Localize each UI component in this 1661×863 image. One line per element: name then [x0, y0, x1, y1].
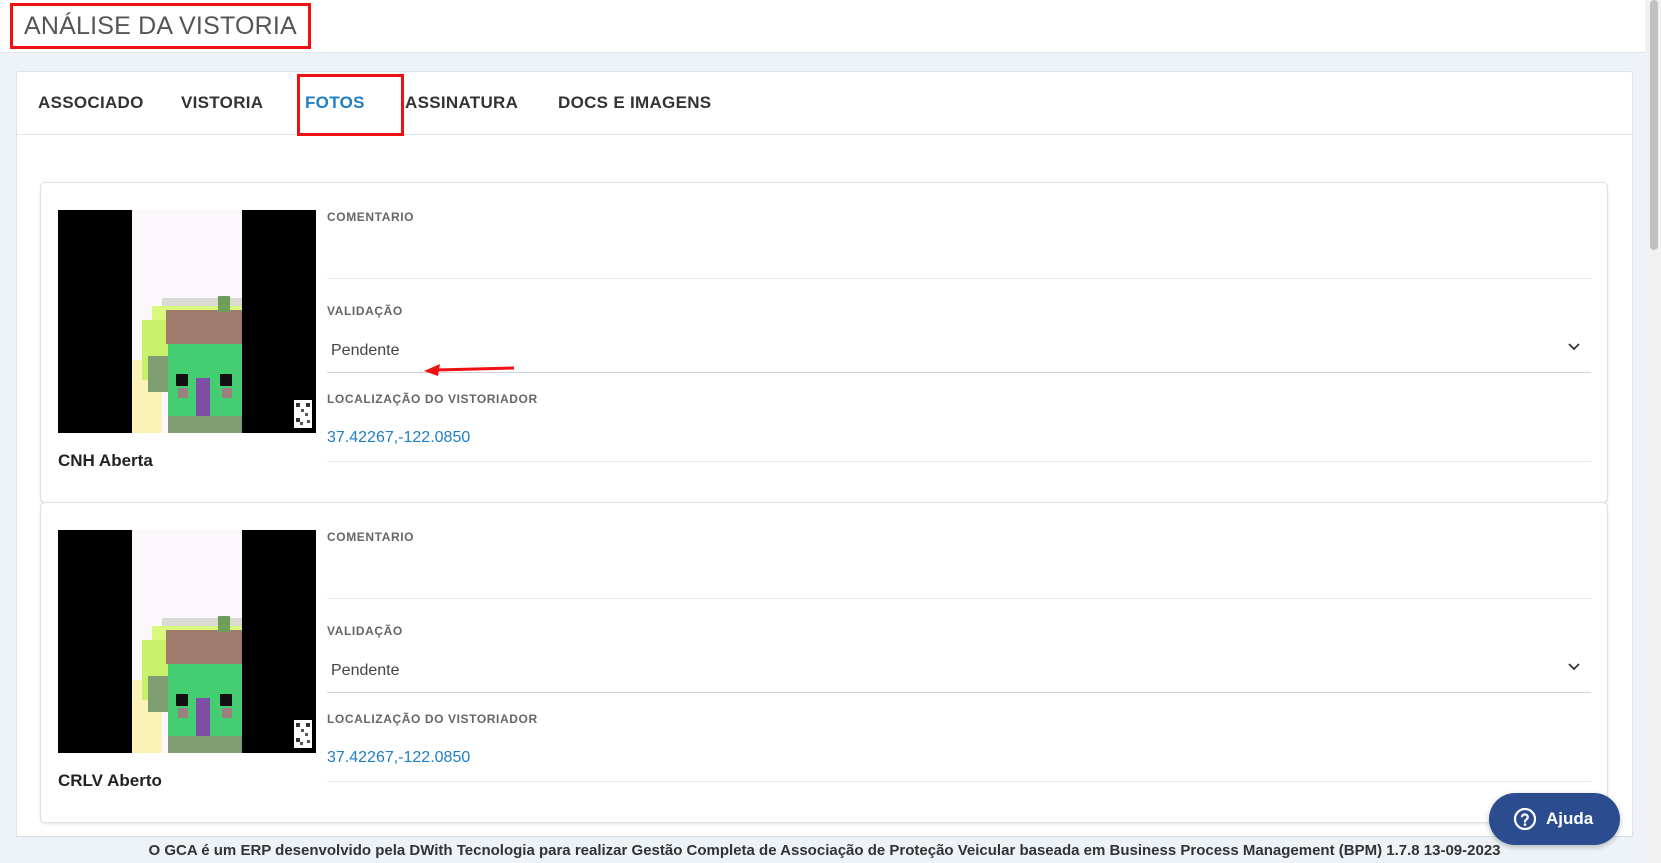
location-divider: [327, 461, 1591, 462]
annotation-arrow: [424, 364, 515, 376]
tab-associado[interactable]: ASSOCIADO: [38, 72, 144, 134]
comment-label: COMENTARIO: [327, 210, 415, 224]
location-label: LOCALIZAÇÃO DO VISTORIADOR: [327, 712, 538, 726]
question-circle-icon: [1513, 807, 1537, 831]
page-title: ANÁLISE DA VISTORIA: [10, 3, 311, 49]
validation-select[interactable]: Pendente: [331, 342, 400, 360]
scrollbar-thumb[interactable]: [1650, 0, 1658, 250]
help-label: Ajuda: [1546, 809, 1594, 828]
location-divider: [327, 781, 1591, 782]
validation-divider: [327, 692, 1591, 693]
analysis-card: ASSOCIADO VISTORIA FOTOS ASSINATURA DOCS…: [16, 71, 1633, 851]
photo-thumbnail[interactable]: [58, 530, 316, 753]
chevron-down-icon[interactable]: [1566, 659, 1582, 675]
footer-text: O GCA é um ERP desenvolvido pela DWith T…: [16, 836, 1633, 863]
photo-card-cnh: CNH Aberta COMENTARIO VALIDAÇÃO Pendente…: [40, 182, 1608, 503]
location-link[interactable]: 37.42267,-122.0850: [327, 429, 470, 447]
photo-label: CNH Aberta: [58, 451, 153, 470]
validation-label: VALIDAÇÃO: [327, 304, 403, 318]
tab-assinatura[interactable]: ASSINATURA: [405, 72, 518, 134]
tab-highlight-box: [297, 74, 404, 136]
location-label: LOCALIZAÇÃO DO VISTORIADOR: [327, 392, 538, 406]
comment-divider: [327, 598, 1591, 599]
location-link[interactable]: 37.42267,-122.0850: [327, 749, 470, 767]
validation-label: VALIDAÇÃO: [327, 624, 403, 638]
tab-vistoria[interactable]: VISTORIA: [181, 72, 263, 134]
tab-bar: ASSOCIADO VISTORIA FOTOS ASSINATURA DOCS…: [17, 72, 1632, 136]
comment-divider: [327, 278, 1591, 279]
comment-label: COMENTARIO: [327, 530, 415, 544]
validation-select[interactable]: Pendente: [331, 662, 400, 680]
photo-thumbnail[interactable]: [58, 210, 316, 433]
scrollbar[interactable]: [1647, 0, 1661, 863]
chevron-down-icon[interactable]: [1566, 339, 1582, 355]
help-button[interactable]: Ajuda: [1489, 793, 1620, 845]
tab-docs-e-imagens[interactable]: DOCS E IMAGENS: [558, 72, 711, 134]
validation-divider: [327, 372, 1591, 373]
photo-card-crlv: CRLV Aberto COMENTARIO VALIDAÇÃO Pendent…: [40, 502, 1608, 823]
top-header: ANÁLISE DA VISTORIA: [0, 0, 1645, 53]
photo-label: CRLV Aberto: [58, 771, 162, 790]
